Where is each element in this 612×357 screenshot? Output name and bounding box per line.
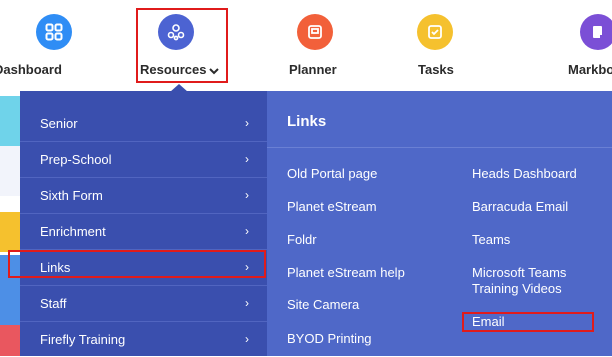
page-strip-yellow bbox=[0, 212, 20, 252]
link-planet-estream[interactable]: Planet eStream bbox=[287, 199, 377, 215]
page-strip-white bbox=[0, 146, 20, 196]
panel-title: Links bbox=[287, 113, 327, 130]
nav-label-tasks: Tasks bbox=[418, 62, 454, 77]
link-byod-printing[interactable]: BYOD Printing bbox=[287, 331, 372, 347]
menu-item-staff[interactable]: Staff › bbox=[20, 285, 267, 321]
nav-label-markbook: Markbook bbox=[568, 62, 612, 77]
link-site-camera[interactable]: Site Camera bbox=[287, 297, 359, 313]
menu-item-firefly-training[interactable]: Firefly Training › bbox=[20, 321, 267, 357]
chevron-right-icon: › bbox=[245, 224, 249, 238]
menu-label-prep-school: Prep-School bbox=[40, 151, 112, 167]
nav-dashboard[interactable]: Dashboard bbox=[0, 0, 110, 86]
chevron-right-icon: › bbox=[245, 116, 249, 130]
link-planet-estream-help[interactable]: Planet eStream help bbox=[287, 265, 405, 281]
tasks-icon bbox=[417, 14, 453, 50]
page-strip-red bbox=[0, 325, 20, 356]
page-strip-cyan bbox=[0, 96, 20, 146]
menu-label-sixth-form: Sixth Form bbox=[40, 187, 103, 203]
chevron-right-icon: › bbox=[245, 152, 249, 166]
menu-item-enrichment[interactable]: Enrichment › bbox=[20, 213, 267, 249]
menu-label-staff: Staff bbox=[40, 295, 67, 311]
menu-item-senior[interactable]: Senior › bbox=[20, 105, 267, 141]
link-teams[interactable]: Teams bbox=[472, 232, 510, 248]
link-barracuda-email[interactable]: Barracuda Email bbox=[472, 199, 568, 215]
menu-item-prep-school[interactable]: Prep-School › bbox=[20, 141, 267, 177]
nav-tasks[interactable]: Tasks bbox=[398, 0, 468, 86]
nav-label-planner: Planner bbox=[289, 62, 337, 77]
dashboard-icon bbox=[36, 14, 72, 50]
link-microsoft-teams-training-videos[interactable]: Microsoft Teams Training Videos bbox=[472, 265, 592, 297]
link-foldr[interactable]: Foldr bbox=[287, 232, 317, 248]
menu-label-firefly-training: Firefly Training bbox=[40, 331, 126, 347]
email-highlight-box bbox=[462, 312, 594, 332]
links-highlight-box bbox=[8, 250, 266, 278]
planner-icon bbox=[297, 14, 333, 50]
menu-label-senior: Senior bbox=[40, 115, 78, 131]
nav-planner[interactable]: Planner bbox=[275, 0, 355, 86]
link-old-portal-page[interactable]: Old Portal page bbox=[287, 166, 377, 182]
nav-markbook[interactable]: Markbook bbox=[530, 0, 612, 86]
resources-menu: Senior › Prep-School › Sixth Form › Enri… bbox=[20, 91, 267, 356]
chevron-right-icon: › bbox=[245, 188, 249, 202]
chevron-right-icon: › bbox=[245, 332, 249, 346]
link-heads-dashboard[interactable]: Heads Dashboard bbox=[472, 166, 577, 182]
markbook-icon bbox=[580, 14, 612, 50]
menu-item-sixth-form[interactable]: Sixth Form › bbox=[20, 177, 267, 213]
menu-label-enrichment: Enrichment bbox=[40, 223, 106, 239]
nav-label-dashboard: Dashboard bbox=[0, 62, 62, 77]
panel-divider bbox=[267, 147, 612, 148]
top-navigation: Dashboard Resources Planner Tasks Markbo bbox=[0, 0, 612, 86]
resources-highlight-box bbox=[136, 8, 228, 83]
chevron-right-icon: › bbox=[245, 296, 249, 310]
